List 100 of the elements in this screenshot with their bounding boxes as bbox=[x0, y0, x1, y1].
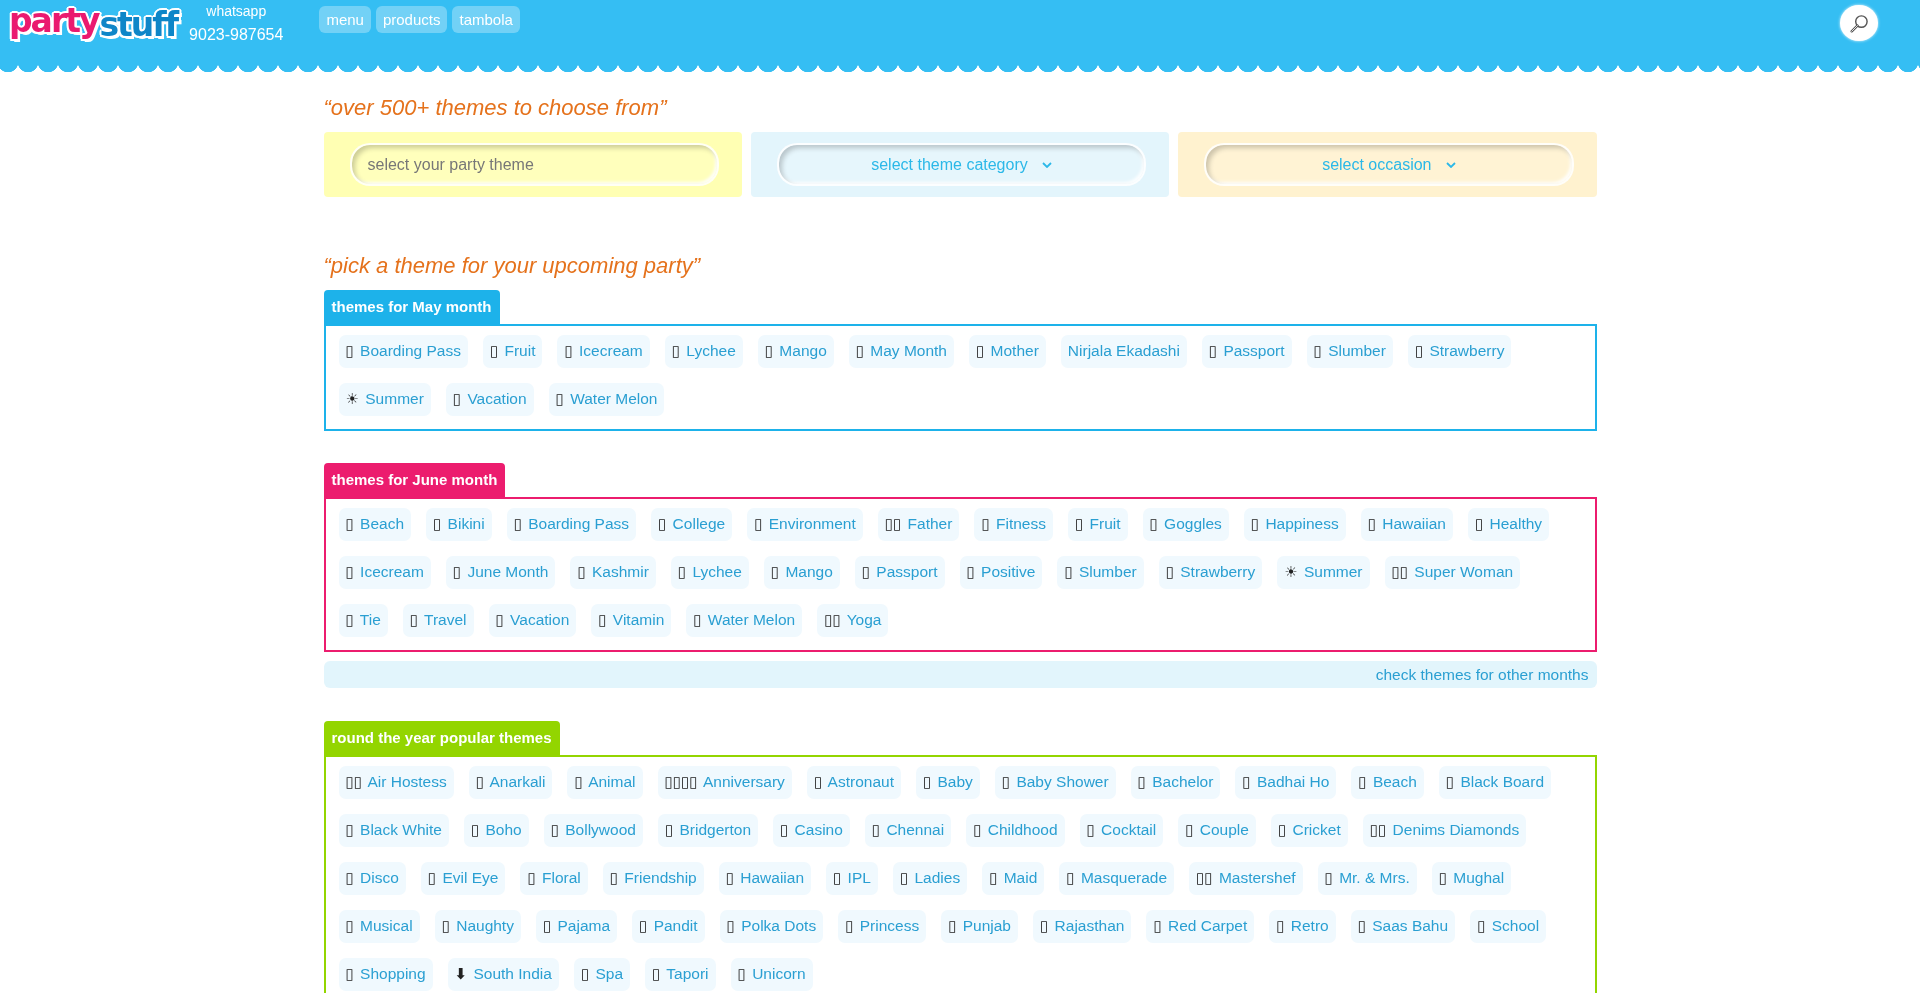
theme-tag[interactable]: ▯ Princess bbox=[838, 910, 927, 943]
theme-tag[interactable]: ▯ Casino bbox=[773, 814, 850, 847]
theme-tag[interactable]: ▯ Floral bbox=[520, 862, 588, 895]
theme-tag[interactable]: ▯ Happiness bbox=[1243, 508, 1346, 541]
theme-tag[interactable]: ▯ Travel bbox=[402, 604, 474, 637]
theme-tag[interactable]: ▯▯ Air Hostess bbox=[338, 766, 454, 799]
theme-tag[interactable]: ▯ Kashmir bbox=[570, 556, 656, 589]
theme-tag[interactable]: ▯ Black Board bbox=[1438, 766, 1551, 799]
theme-tag[interactable]: ▯ Slumber bbox=[1306, 335, 1393, 368]
theme-tag[interactable]: ▯▯ Yoga bbox=[817, 604, 889, 637]
theme-tag[interactable]: ▯ Shopping bbox=[338, 958, 433, 991]
theme-tag[interactable]: ▯ Mango bbox=[757, 335, 834, 368]
theme-tag[interactable]: ▯ Icecream bbox=[338, 556, 431, 589]
theme-tag[interactable]: ▯ Couple bbox=[1178, 814, 1256, 847]
theme-tag[interactable]: ▯ Maid bbox=[982, 862, 1045, 895]
theme-tag[interactable]: ▯ Vacation bbox=[445, 383, 534, 416]
theme-tag[interactable]: ▯ Disco bbox=[338, 862, 406, 895]
theme-tag[interactable]: ☀ Summer bbox=[338, 383, 431, 416]
theme-tag[interactable]: ▯ Icecream bbox=[557, 335, 650, 368]
theme-tag[interactable]: ▯▯ Mastershef bbox=[1189, 862, 1303, 895]
theme-tag[interactable]: ▯▯▯▯ Anniversary bbox=[657, 766, 792, 799]
theme-tag[interactable]: ▯ Spa bbox=[573, 958, 631, 991]
theme-tag[interactable]: ▯ College bbox=[651, 508, 733, 541]
theme-tag[interactable]: ▯ Baby bbox=[915, 766, 980, 799]
theme-tag[interactable]: ▯ Water Melon bbox=[686, 604, 803, 637]
theme-tag[interactable]: ▯ Positive bbox=[959, 556, 1043, 589]
theme-tag[interactable]: ▯ Lychee bbox=[664, 335, 743, 368]
theme-tag[interactable]: ▯ Bollywood bbox=[543, 814, 643, 847]
emoji-icon: ▯ bbox=[754, 515, 763, 533]
theme-tag[interactable]: ▯ Hawaiian bbox=[718, 862, 812, 895]
theme-tag[interactable]: ▯ Rajasthan bbox=[1033, 910, 1132, 943]
theme-tag[interactable]: ▯ Passport bbox=[854, 556, 945, 589]
theme-tag[interactable]: ▯ Mother bbox=[969, 335, 1046, 368]
theme-tag[interactable]: ▯ Environment bbox=[747, 508, 863, 541]
theme-tag[interactable]: ▯ Slumber bbox=[1057, 556, 1144, 589]
theme-tag[interactable]: ▯ Chennai bbox=[864, 814, 952, 847]
theme-tag[interactable]: ▯ Vitamin bbox=[591, 604, 672, 637]
theme-tag[interactable]: ▯ Astronaut bbox=[806, 766, 901, 799]
theme-tag[interactable]: ▯ Red Carpet bbox=[1146, 910, 1255, 943]
emoji-icon: ▯ bbox=[780, 821, 789, 839]
theme-tag[interactable]: ▯ Baby Shower bbox=[994, 766, 1116, 799]
theme-tag[interactable]: ▯ Mughal bbox=[1431, 862, 1512, 895]
theme-tag[interactable]: ▯ Cocktail bbox=[1079, 814, 1164, 847]
theme-tag[interactable]: ▯▯ Super Woman bbox=[1384, 556, 1521, 589]
theme-tag[interactable]: ▯ Unicorn bbox=[730, 958, 813, 991]
theme-tag[interactable]: ▯ Boarding Pass bbox=[506, 508, 637, 541]
theme-tag[interactable]: ▯ Friendship bbox=[602, 862, 704, 895]
theme-tag[interactable]: ▯ May Month bbox=[848, 335, 954, 368]
theme-tag[interactable]: ▯ Bikini bbox=[426, 508, 492, 541]
theme-tag[interactable]: ▯ Mango bbox=[763, 556, 840, 589]
theme-tag[interactable]: ▯ Vacation bbox=[488, 604, 577, 637]
theme-tag[interactable]: ▯ Strawberry bbox=[1407, 335, 1512, 368]
theme-tag[interactable]: ▯ Musical bbox=[338, 910, 420, 943]
theme-tag[interactable]: ▯ Strawberry bbox=[1158, 556, 1263, 589]
theme-tag[interactable]: ▯ Black White bbox=[338, 814, 449, 847]
theme-tag[interactable]: ▯ Fruit bbox=[482, 335, 543, 368]
theme-tag[interactable]: ▯▯ Father bbox=[877, 508, 960, 541]
theme-tag[interactable]: ▯ IPL bbox=[826, 862, 878, 895]
theme-tag[interactable]: ▯ Passport bbox=[1201, 335, 1292, 368]
theme-tag[interactable]: ▯ Ladies bbox=[892, 862, 968, 895]
theme-tag[interactable]: ▯ Saas Bahu bbox=[1350, 910, 1456, 943]
theme-tag[interactable]: ▯ Polka Dots bbox=[719, 910, 824, 943]
theme-tag[interactable]: ▯ Mr. & Mrs. bbox=[1317, 862, 1417, 895]
theme-tag[interactable]: ▯ Boho bbox=[463, 814, 529, 847]
theme-tag[interactable]: ▯ Anarkali bbox=[468, 766, 553, 799]
theme-tag[interactable]: ▯ Pajama bbox=[535, 910, 618, 943]
theme-tag[interactable]: ▯ Fitness bbox=[974, 508, 1053, 541]
theme-tag[interactable]: ▯ Cricket bbox=[1270, 814, 1348, 847]
theme-tag[interactable]: ▯ Boarding Pass bbox=[338, 335, 468, 368]
emoji-icon: ▯ bbox=[345, 869, 354, 887]
theme-tag[interactable]: ▯ Retro bbox=[1269, 910, 1336, 943]
theme-tag[interactable]: ▯ Tapori bbox=[645, 958, 716, 991]
theme-tag[interactable]: ▯ Healthy bbox=[1467, 508, 1550, 541]
theme-tag[interactable]: ▯ Fruit bbox=[1067, 508, 1128, 541]
theme-tag[interactable]: ▯ Goggles bbox=[1142, 508, 1229, 541]
theme-tag[interactable]: ▯ Masquerade bbox=[1059, 862, 1175, 895]
theme-tag[interactable]: ▯ Childhood bbox=[966, 814, 1065, 847]
theme-tag[interactable]: ▯ Bridgerton bbox=[657, 814, 758, 847]
theme-tag[interactable]: ▯▯ Denims Diamonds bbox=[1362, 814, 1527, 847]
theme-tag[interactable]: ▯ Naughty bbox=[434, 910, 521, 943]
theme-tag[interactable]: ☀ Summer bbox=[1277, 556, 1370, 589]
theme-tag[interactable]: ▯ Bachelor bbox=[1130, 766, 1221, 799]
search-button[interactable] bbox=[1840, 5, 1878, 41]
theme-tag[interactable]: ▯ Badhai Ho bbox=[1235, 766, 1337, 799]
theme-tag[interactable]: ▯ Beach bbox=[338, 508, 412, 541]
theme-tag[interactable]: ▯ Lychee bbox=[670, 556, 749, 589]
theme-tag[interactable]: ▯ Beach bbox=[1351, 766, 1424, 799]
theme-tag[interactable]: ▯ Punjab bbox=[941, 910, 1018, 943]
theme-tag[interactable]: ▯ Hawaiian bbox=[1360, 508, 1453, 541]
emoji-icon: ▯▯ bbox=[1196, 869, 1213, 887]
emoji-icon: ▯ bbox=[1250, 515, 1260, 533]
theme-tag[interactable]: ▯ Animal bbox=[567, 766, 643, 799]
theme-tag[interactable]: ▯ Evil Eye bbox=[420, 862, 506, 895]
theme-tag[interactable]: ▯ June Month bbox=[445, 556, 556, 589]
theme-tag[interactable]: ▯ School bbox=[1470, 910, 1547, 943]
theme-tag[interactable]: ▯ Pandit bbox=[632, 910, 705, 943]
theme-search-field[interactable]: select your party theme bbox=[349, 143, 719, 186]
theme-tag[interactable]: ⬇ South India bbox=[447, 958, 559, 991]
theme-tag[interactable]: ▯ Water Melon bbox=[548, 383, 665, 416]
theme-tag[interactable]: ▯ Tie bbox=[338, 604, 388, 637]
